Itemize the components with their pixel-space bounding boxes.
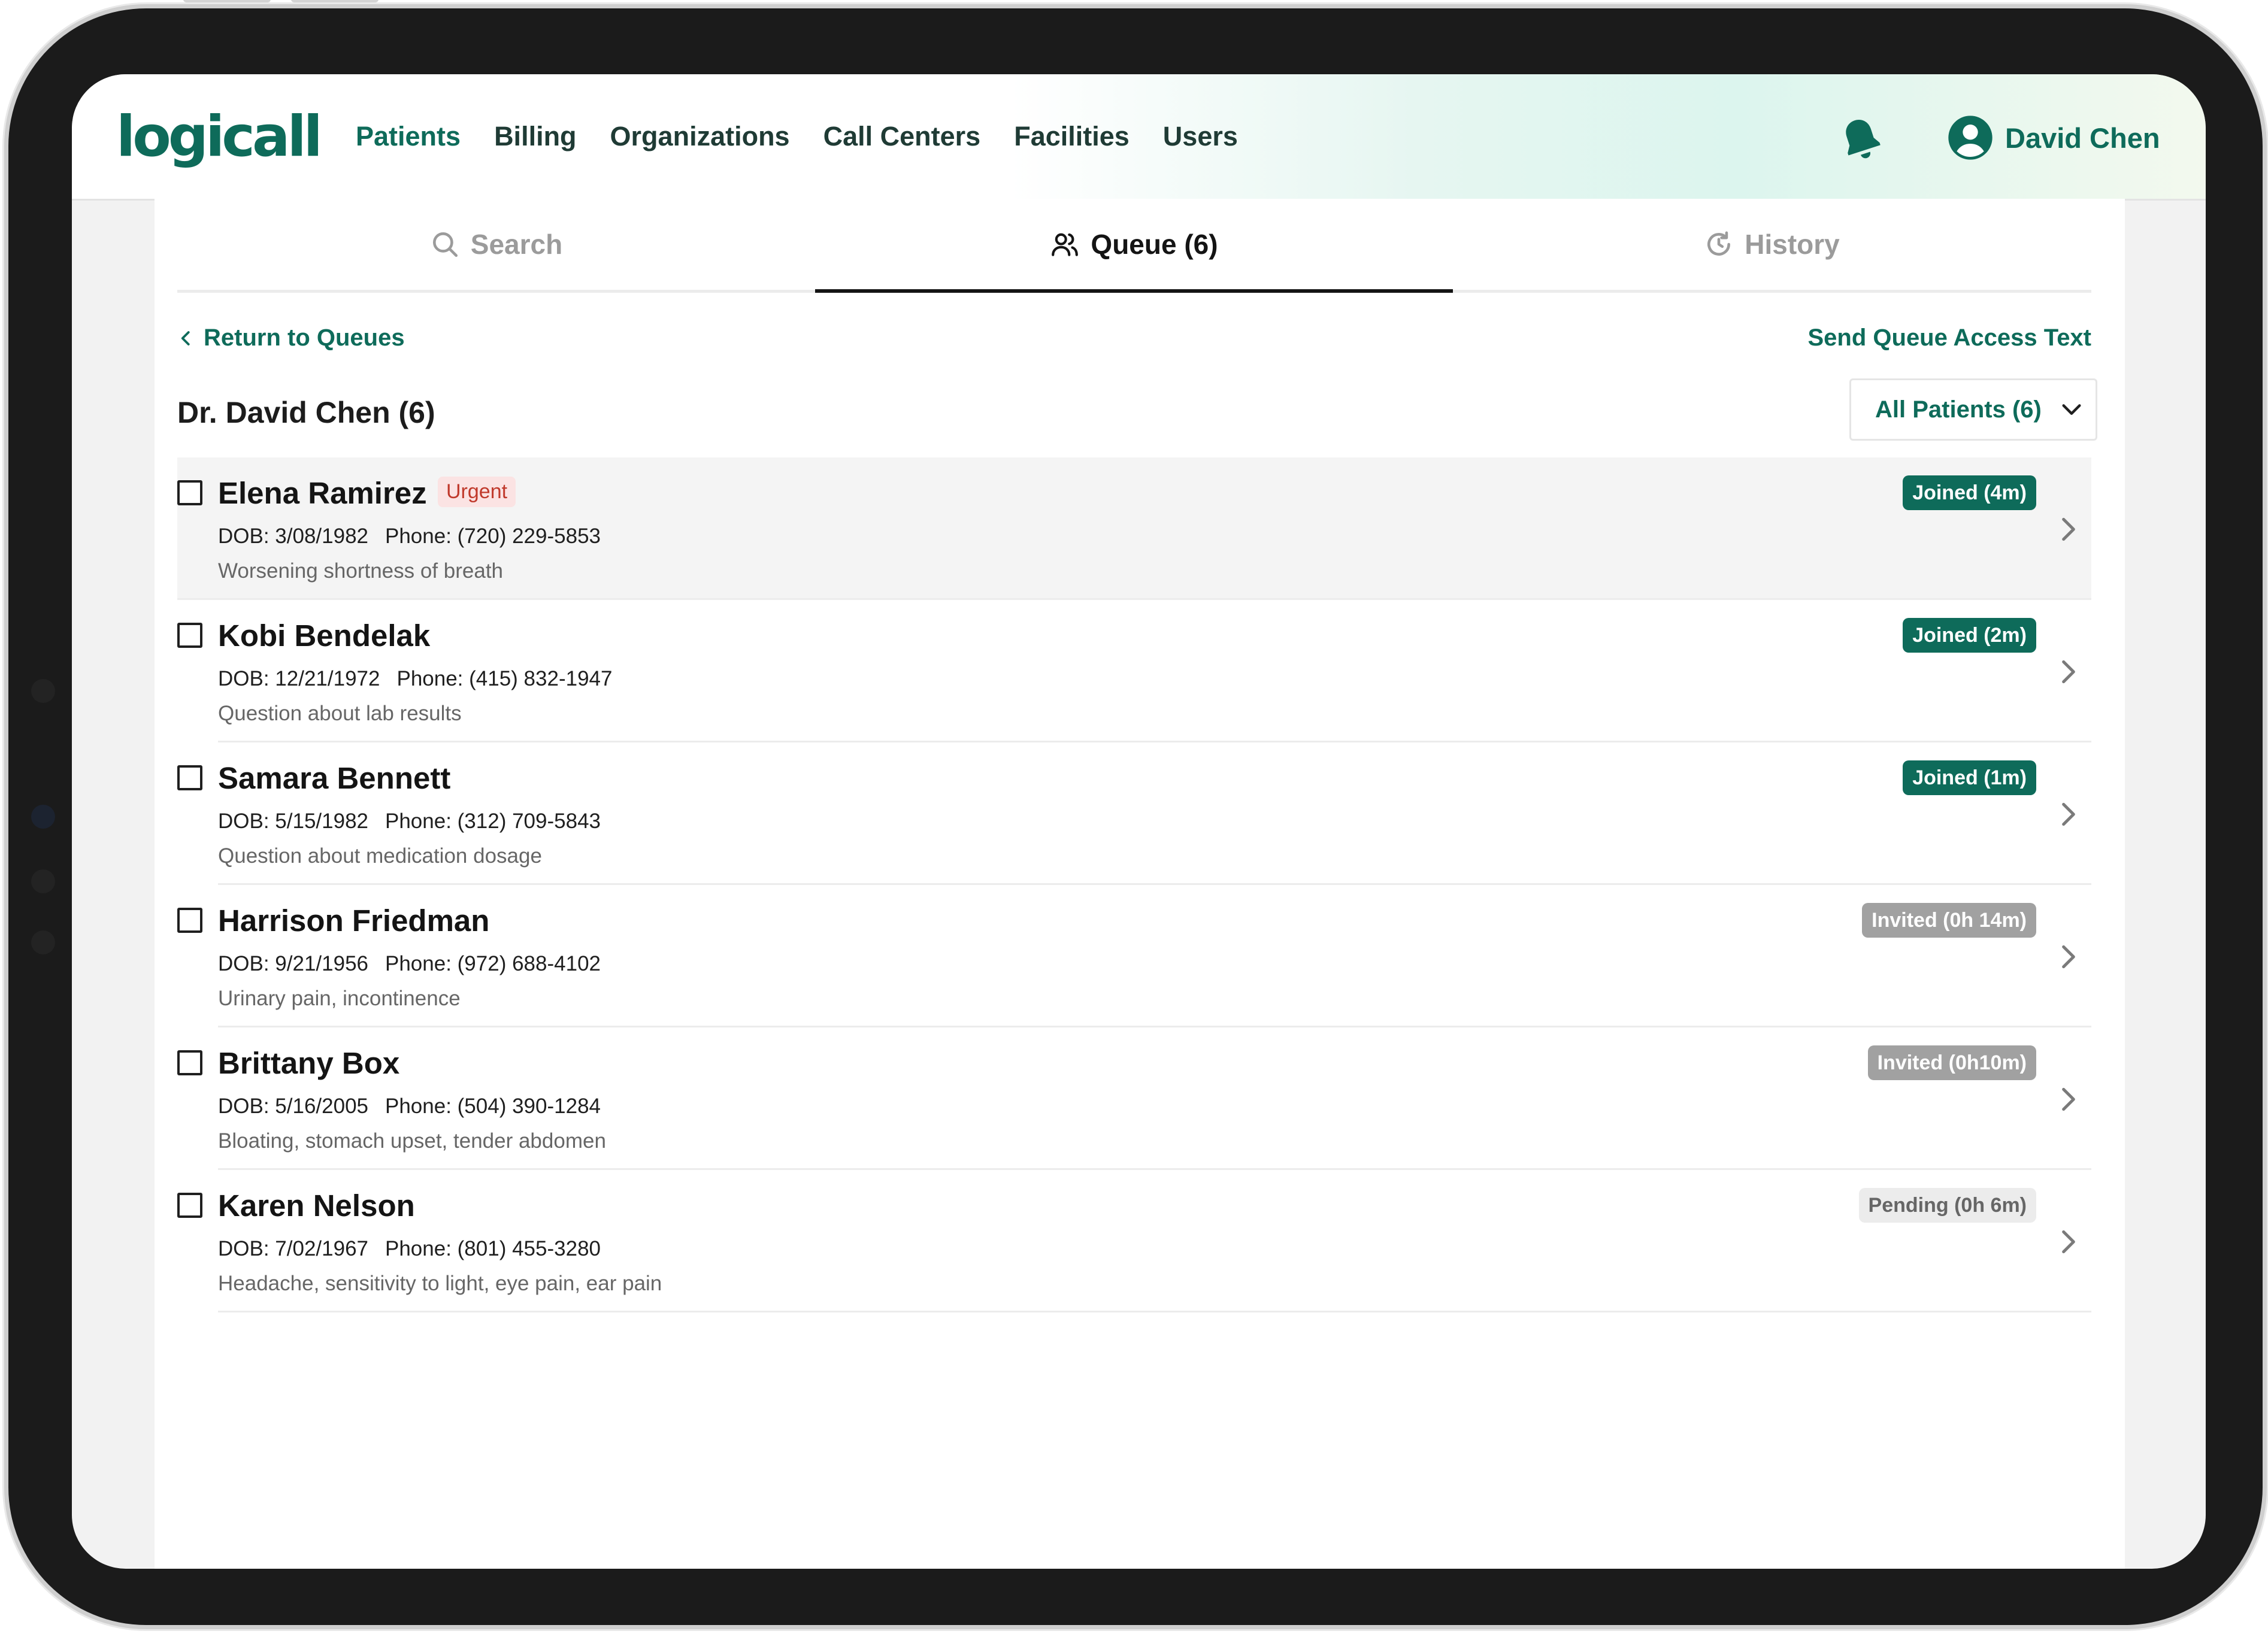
patient-filter-dropdown[interactable]: All Patients (6) [1849,378,2097,441]
tab-queue-label: Queue (6) [1091,229,1218,260]
tab-bar: Search Queue (6) History [177,199,2091,293]
tab-search[interactable]: Search [177,199,815,290]
return-to-queues-link[interactable]: Return to Queues [177,325,405,351]
patient-checkbox[interactable] [177,1050,202,1075]
patient-details: DOB: 3/08/1982 Phone: (720) 229-5853 [218,525,617,548]
queue-panel: Search Queue (6) History Return to Queue… [155,199,2125,1569]
patient-dob: DOB: 12/21/1972 [218,667,380,690]
patient-checkbox[interactable] [177,908,202,933]
patient-name: Kobi Bendelak [218,619,431,653]
patient-dob: DOB: 5/15/1982 [218,810,368,833]
patient-phone: Phone: (720) 229-5853 [385,525,601,548]
patient-checkbox[interactable] [177,480,202,505]
patient-checkbox[interactable] [177,623,202,648]
sensor-dot [31,679,55,703]
status-badge: Joined (4m) [1903,475,2036,510]
chevron-right-icon[interactable] [2057,1084,2081,1114]
bell-icon[interactable] [1836,114,1885,163]
patient-list: Elena Ramirez Urgent DOB: 3/08/1982 Phone… [177,457,2091,1312]
queue-title: Dr. David Chen (6) [177,396,435,429]
patient-row[interactable]: Karen Nelson DOB: 7/02/1967 Phone: (801) … [177,1170,2091,1312]
chevron-right-icon[interactable] [2057,1227,2081,1257]
nav-users[interactable]: Users [1163,121,1238,152]
status-badge: Joined (2m) [1903,618,2036,653]
patient-name: Brittany Box [218,1046,400,1080]
visit-reason: Question about medication dosage [218,844,542,868]
nav-facilities[interactable]: Facilities [1014,121,1130,152]
patient-checkbox[interactable] [177,1193,202,1218]
chevron-right-icon[interactable] [2057,514,2081,544]
visit-reason: Worsening shortness of breath [218,559,504,583]
visit-reason: Urinary pain, incontinence [218,987,461,1010]
visit-reason: Headache, sensitivity to light, eye pain… [218,1272,662,1295]
patient-details: DOB: 9/21/1956 Phone: (972) 688-4102 [218,952,617,976]
tab-history[interactable]: History [1453,199,2091,290]
users-icon [1052,233,1079,256]
user-avatar-icon [1948,116,1993,160]
patient-name: Elena Ramirez [218,476,427,510]
patient-details: DOB: 5/15/1982 Phone: (312) 709-5843 [218,810,617,833]
nav-call-centers[interactable]: Call Centers [823,121,981,152]
patient-phone: Phone: (801) 455-3280 [385,1237,601,1260]
sensor-dot [31,869,55,893]
status-badge: Invited (0h10m) [1867,1045,2036,1080]
patient-dob: DOB: 9/21/1956 [218,952,368,975]
row-divider [218,1311,2091,1312]
patient-dob: DOB: 3/08/1982 [218,525,368,548]
urgent-tag: Urgent [438,477,516,507]
chevron-left-icon [181,331,190,345]
patient-phone: Phone: (312) 709-5843 [385,810,601,833]
patient-details: DOB: 5/16/2005 Phone: (504) 390-1284 [218,1095,617,1118]
app-screen: logicall Patients Billing Organizations … [72,74,2206,1569]
chevron-right-icon[interactable] [2057,657,2081,687]
visit-reason: Question about lab results [218,702,462,725]
patient-phone: Phone: (504) 390-1284 [385,1095,601,1118]
patient-dob: DOB: 7/02/1967 [218,1237,368,1260]
patient-row[interactable]: Samara Bennett DOB: 5/15/1982 Phone: (312… [177,742,2091,885]
nav-billing[interactable]: Billing [494,121,576,152]
nav-organizations[interactable]: Organizations [610,121,790,152]
patient-row[interactable]: Kobi Bendelak DOB: 12/21/1972 Phone: (415… [177,600,2091,742]
search-icon [432,232,458,257]
patient-name: Karen Nelson [218,1189,415,1223]
patient-details: DOB: 12/21/1972 Phone: (415) 832-1947 [218,667,629,691]
camera-icon [31,805,55,829]
logicall-logo[interactable]: logicall [116,104,323,169]
patient-details: DOB: 7/02/1967 Phone: (801) 455-3280 [218,1237,617,1261]
chevron-right-icon[interactable] [2057,942,2081,972]
chevron-down-icon [2062,404,2081,415]
patient-name: Harrison Friedman [218,904,490,938]
filter-selected-value: All Patients (6) [1875,396,2042,423]
sensor-dot [31,930,55,954]
patient-phone: Phone: (972) 688-4102 [385,952,601,975]
status-badge: Joined (1m) [1903,760,2036,795]
patient-row[interactable]: Brittany Box DOB: 5/16/2005 Phone: (504) … [177,1027,2091,1170]
status-badge: Invited (0h 14m) [1862,903,2036,938]
patient-name: Samara Bennett [218,761,451,795]
nav-patients[interactable]: Patients [356,121,461,152]
top-button [183,0,271,2]
patient-phone: Phone: (415) 832-1947 [396,667,613,690]
send-queue-access-text-link[interactable]: Send Queue Access Text [1807,325,2091,351]
patient-dob: DOB: 5/16/2005 [218,1095,368,1118]
top-nav-bar: logicall Patients Billing Organizations … [72,74,2206,201]
tablet-frame: logicall Patients Billing Organizations … [8,0,2263,1625]
status-badge: Pending (0h 6m) [1858,1188,2036,1223]
visit-reason: Bloating, stomach upset, tender abdomen [218,1129,606,1153]
tab-search-label: Search [470,229,563,260]
patient-checkbox[interactable] [177,765,202,790]
tab-queue[interactable]: Queue (6) [815,199,1453,293]
main-nav: Patients Billing Organizations Call Cent… [356,74,1271,199]
patient-row[interactable]: Harrison Friedman DOB: 9/21/1956 Phone: (… [177,885,2091,1027]
patient-row[interactable]: Elena Ramirez Urgent DOB: 3/08/1982 Phone… [177,457,2091,600]
tab-history-label: History [1745,229,1840,260]
user-name: David Chen [2005,122,2160,154]
history-icon [1707,231,1731,256]
return-to-queues-label: Return to Queues [204,325,405,351]
user-menu[interactable]: David Chen [1946,114,2160,162]
top-button [291,0,378,2]
chevron-right-icon[interactable] [2057,799,2081,829]
